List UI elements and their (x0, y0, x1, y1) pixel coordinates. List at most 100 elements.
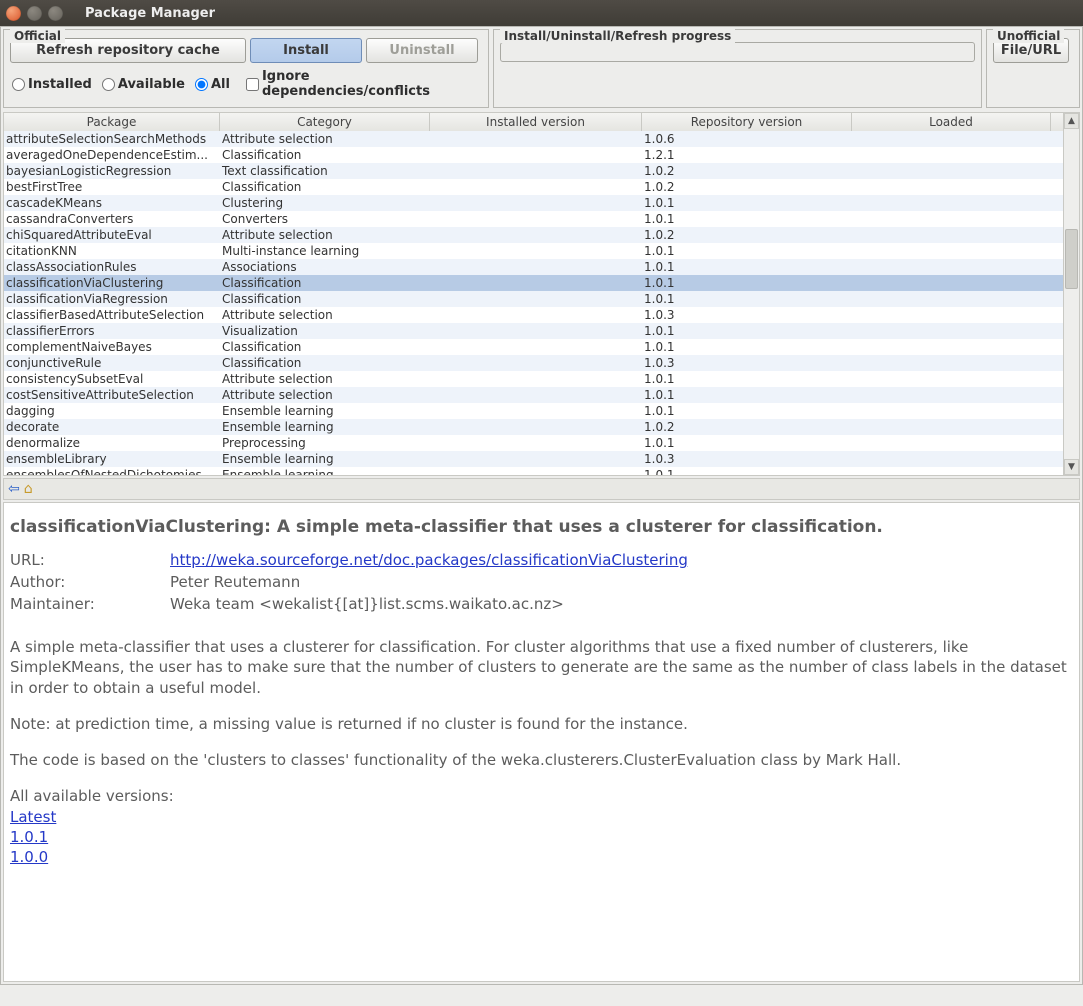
table-row[interactable]: bayesianLogisticRegressionText classific… (4, 163, 1079, 179)
install-button[interactable]: Install (250, 38, 362, 63)
table-cell: Classification (220, 147, 430, 163)
table-cell: classificationViaRegression (4, 291, 220, 307)
maximize-icon[interactable] (48, 6, 63, 21)
table-cell: 1.0.3 (642, 355, 852, 371)
table-cell: Classification (220, 355, 430, 371)
table-cell (852, 147, 1051, 163)
detail-paragraph: Note: at prediction time, a missing valu… (10, 714, 1073, 734)
table-cell: classAssociationRules (4, 259, 220, 275)
progress-group-label: Install/Uninstall/Refresh progress (500, 29, 735, 43)
table-cell: consistencySubsetEval (4, 371, 220, 387)
home-icon[interactable]: ⌂ (24, 482, 33, 496)
table-cell: citationKNN (4, 243, 220, 259)
radio-all[interactable]: All (195, 77, 230, 92)
version-link[interactable]: 1.0.1 (10, 827, 48, 847)
table-cell (852, 195, 1051, 211)
col-loaded[interactable]: Loaded (852, 113, 1051, 131)
table-row[interactable]: daggingEnsemble learning1.0.1 (4, 403, 1079, 419)
table-row[interactable]: decorateEnsemble learning1.0.2 (4, 419, 1079, 435)
official-group-label: Official (10, 29, 65, 43)
table-cell (430, 435, 642, 451)
url-label: URL: (10, 551, 170, 569)
table-cell: Ensemble learning (220, 467, 430, 475)
table-cell (430, 211, 642, 227)
table-row[interactable]: ensemblesOfNestedDichotomiesEnsemble lea… (4, 467, 1079, 475)
table-cell: Converters (220, 211, 430, 227)
table-cell (430, 163, 642, 179)
table-cell (852, 211, 1051, 227)
table-cell (430, 131, 642, 147)
table-row[interactable]: consistencySubsetEvalAttribute selection… (4, 371, 1079, 387)
table-cell (852, 227, 1051, 243)
table-cell: chiSquaredAttributeEval (4, 227, 220, 243)
table-cell: Multi-instance learning (220, 243, 430, 259)
table-row[interactable]: classificationViaClusteringClassificatio… (4, 275, 1079, 291)
scroll-thumb[interactable] (1065, 229, 1078, 289)
close-icon[interactable] (6, 6, 21, 21)
table-cell: Classification (220, 179, 430, 195)
col-category[interactable]: Category (220, 113, 430, 131)
detail-nav-toolbar: ⇦ ⌂ (3, 478, 1080, 500)
table-cell (852, 451, 1051, 467)
col-repository-version[interactable]: Repository version (642, 113, 852, 131)
table-cell: 1.0.1 (642, 387, 852, 403)
table-row[interactable]: averagedOneDependenceEstim...Classificat… (4, 147, 1079, 163)
table-scrollbar[interactable]: ▲ ▼ (1063, 113, 1079, 475)
table-cell: Visualization (220, 323, 430, 339)
table-cell (852, 387, 1051, 403)
table-cell: Attribute selection (220, 131, 430, 147)
table-cell: ensembleLibrary (4, 451, 220, 467)
table-cell: Ensemble learning (220, 451, 430, 467)
table-row[interactable]: ensembleLibraryEnsemble learning1.0.3 (4, 451, 1079, 467)
scroll-down-icon[interactable]: ▼ (1064, 459, 1079, 475)
table-row[interactable]: cassandraConvertersConverters1.0.1 (4, 211, 1079, 227)
scroll-up-icon[interactable]: ▲ (1064, 113, 1079, 129)
table-row[interactable]: classifierBasedAttributeSelectionAttribu… (4, 307, 1079, 323)
table-cell: Classification (220, 339, 430, 355)
table-row[interactable]: complementNaiveBayesClassification1.0.1 (4, 339, 1079, 355)
radio-available[interactable]: Available (102, 77, 185, 92)
package-table[interactable]: Package Category Installed version Repos… (3, 112, 1080, 476)
ignore-deps-checkbox[interactable]: Ignore dependencies/conflicts (246, 69, 480, 99)
table-cell (430, 467, 642, 475)
table-row[interactable]: classifierErrorsVisualization1.0.1 (4, 323, 1079, 339)
table-cell: 1.0.1 (642, 259, 852, 275)
table-row[interactable]: classAssociationRulesAssociations1.0.1 (4, 259, 1079, 275)
table-row[interactable]: chiSquaredAttributeEvalAttribute selecti… (4, 227, 1079, 243)
table-row[interactable]: costSensitiveAttributeSelectionAttribute… (4, 387, 1079, 403)
col-package[interactable]: Package (4, 113, 220, 131)
table-row[interactable]: attributeSelectionSearchMethodsAttribute… (4, 131, 1079, 147)
radio-installed[interactable]: Installed (12, 77, 92, 92)
table-cell: Ensemble learning (220, 419, 430, 435)
url-link[interactable]: http://weka.sourceforge.net/doc.packages… (170, 551, 688, 569)
table-cell (430, 451, 642, 467)
table-row[interactable]: cascadeKMeansClustering1.0.1 (4, 195, 1079, 211)
table-cell (430, 323, 642, 339)
table-row[interactable]: classificationViaRegressionClassificatio… (4, 291, 1079, 307)
detail-heading: classificationViaClustering: A simple me… (10, 517, 1073, 537)
table-cell: Attribute selection (220, 227, 430, 243)
table-cell (852, 163, 1051, 179)
table-cell: Attribute selection (220, 371, 430, 387)
uninstall-button[interactable]: Uninstall (366, 38, 478, 63)
table-cell (852, 435, 1051, 451)
table-row[interactable]: citationKNNMulti-instance learning1.0.1 (4, 243, 1079, 259)
table-cell: 1.0.1 (642, 211, 852, 227)
table-row[interactable]: denormalizePreprocessing1.0.1 (4, 435, 1079, 451)
table-cell (430, 243, 642, 259)
table-cell (430, 227, 642, 243)
table-cell (852, 259, 1051, 275)
table-cell (430, 307, 642, 323)
version-link[interactable]: 1.0.0 (10, 847, 48, 867)
table-cell: 1.0.1 (642, 467, 852, 475)
table-cell (852, 179, 1051, 195)
table-row[interactable]: bestFirstTreeClassification1.0.2 (4, 179, 1079, 195)
table-cell: 1.0.2 (642, 227, 852, 243)
table-row[interactable]: conjunctiveRuleClassification1.0.3 (4, 355, 1079, 371)
col-installed-version[interactable]: Installed version (430, 113, 642, 131)
back-icon[interactable]: ⇦ (8, 482, 20, 496)
minimize-icon[interactable] (27, 6, 42, 21)
table-cell (852, 355, 1051, 371)
table-cell (852, 323, 1051, 339)
version-link[interactable]: Latest (10, 807, 56, 827)
